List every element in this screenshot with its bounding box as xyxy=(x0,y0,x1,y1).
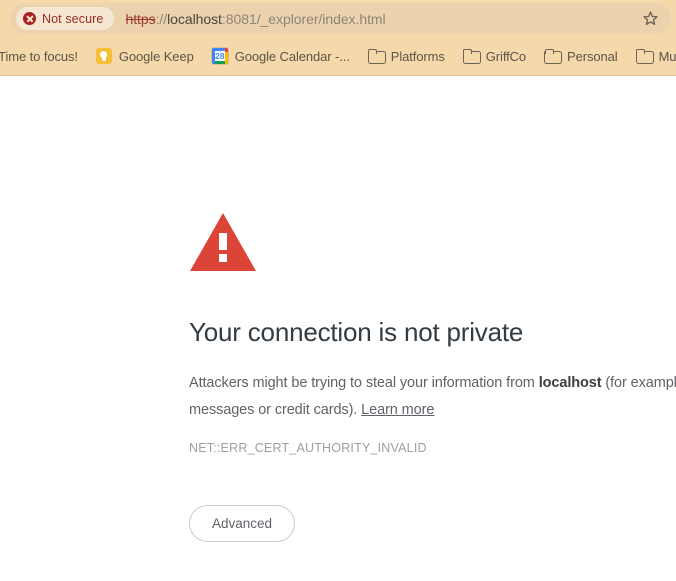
interstitial-body: Attackers might be trying to steal your … xyxy=(189,370,676,424)
browser-chrome: Not secure https://localhost:8081/_explo… xyxy=(0,0,676,76)
folder-icon xyxy=(462,49,481,64)
bookmark-folder-platforms[interactable]: Platforms xyxy=(359,43,454,70)
bookmark-label: GriffCo xyxy=(485,48,527,64)
bookmark-label: Platforms xyxy=(390,48,445,64)
bookmark-label: Google Calendar -... xyxy=(234,48,350,64)
security-chip-label: Not secure xyxy=(42,11,104,26)
body-prefix: Attackers might be trying to steal your … xyxy=(189,375,539,392)
error-code: NET::ERR_CERT_AUTHORITY_INVALID xyxy=(189,440,427,455)
bookmark-label: 0 - Time to focus! xyxy=(0,48,78,64)
omnibox[interactable]: Not secure https://localhost:8081/_explo… xyxy=(10,3,671,34)
advanced-button[interactable]: Advanced xyxy=(189,504,296,543)
body-suffix: (for example, xyxy=(605,375,676,392)
not-secure-circle-x-icon xyxy=(23,12,36,25)
bookmark-item-google-calendar[interactable]: 28 Google Calendar -... xyxy=(203,43,359,70)
page-viewport: Your connection is not private Attackers… xyxy=(0,76,676,581)
url-separator: :// xyxy=(155,10,168,27)
page-title: Your connection is not private xyxy=(189,317,524,347)
red-warning-triangle-icon xyxy=(189,211,676,273)
bookmark-folder-personal[interactable]: Personal xyxy=(535,43,627,70)
bookmark-item-time-to-focus[interactable]: 0 - Time to focus! xyxy=(0,43,87,70)
folder-icon xyxy=(367,49,386,64)
bookmark-label: Personal xyxy=(567,48,618,64)
folder-icon xyxy=(635,49,654,64)
learn-more-link[interactable]: Learn more xyxy=(361,402,434,418)
google-keep-icon xyxy=(95,48,112,64)
omnibox-row: Not secure https://localhost:8081/_explo… xyxy=(0,0,676,37)
ssl-interstitial: Your connection is not private Attackers… xyxy=(0,76,676,543)
bookmark-folder-music[interactable]: Music xyxy=(627,43,676,70)
url-host: localhost xyxy=(167,10,222,27)
url-path: :8081/_explorer/index.html xyxy=(221,10,386,27)
folder-icon xyxy=(544,49,563,64)
address-bar-url[interactable]: https://localhost:8081/_explorer/index.h… xyxy=(125,11,639,27)
google-calendar-icon: 28 xyxy=(211,48,228,64)
bookmark-folder-griffco[interactable]: GriffCo xyxy=(454,43,535,70)
bookmark-label: Google Keep xyxy=(118,48,194,64)
bookmark-label: Music xyxy=(658,48,676,64)
star-outline-icon[interactable] xyxy=(639,8,661,30)
url-scheme: https xyxy=(125,10,156,27)
site-security-chip[interactable]: Not secure xyxy=(16,7,115,30)
body-hostname: localhost xyxy=(538,375,602,392)
bookmark-item-google-keep[interactable]: Google Keep xyxy=(87,43,203,70)
bookmarks-bar: 0 - Time to focus! Google Keep 28 Google… xyxy=(0,37,676,76)
calendar-day-number: 28 xyxy=(214,50,225,61)
